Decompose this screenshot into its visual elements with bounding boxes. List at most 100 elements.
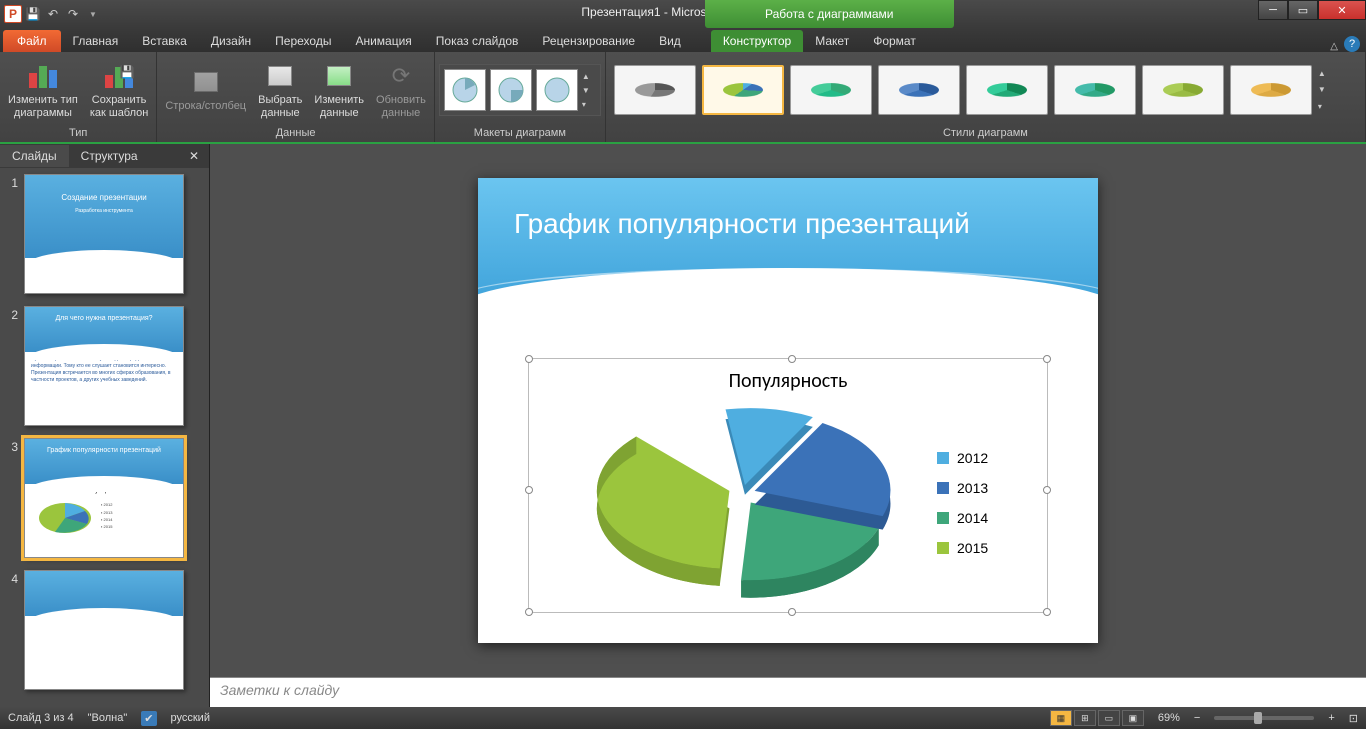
switch-data-icon xyxy=(194,72,218,92)
chart-style-option[interactable] xyxy=(1142,65,1224,115)
tab-slideshow[interactable]: Показ слайдов xyxy=(424,30,531,52)
ribbon-group-type: Изменить тип диаграммы 💾 Сохранить как ш… xyxy=(0,52,157,142)
sorter-view-button[interactable]: ⊞ xyxy=(1074,710,1096,726)
slide-title[interactable]: График популярности презентаций xyxy=(478,178,1098,270)
zoom-slider[interactable] xyxy=(1214,716,1314,720)
file-tab[interactable]: Файл xyxy=(3,30,61,52)
ribbon-group-chart-layouts: ▲ ▼ ▾ Макеты диаграмм xyxy=(435,52,606,142)
tab-animations[interactable]: Анимация xyxy=(343,30,423,52)
pie-layout-icon xyxy=(496,75,526,105)
notes-pane[interactable]: Заметки к слайду xyxy=(210,677,1366,707)
gallery-scroll-down-icon[interactable]: ▼ xyxy=(582,86,596,95)
change-chart-type-button[interactable]: Изменить тип диаграммы xyxy=(4,58,82,122)
edit-data-button[interactable]: Изменить данные xyxy=(310,58,368,122)
refresh-icon: ⟳ xyxy=(385,60,417,92)
chart-style-option[interactable] xyxy=(614,65,696,115)
save-button[interactable]: 💾 xyxy=(24,5,42,23)
panel-tab-slides[interactable]: Слайды xyxy=(0,145,69,167)
status-theme: "Волна" xyxy=(88,712,128,724)
ribbon-group-chart-styles: ▲ ▼ ▾ Стили диаграмм xyxy=(606,52,1366,142)
tab-chart-format[interactable]: Формат xyxy=(861,30,928,52)
styles-scroll-up-icon[interactable]: ▲ xyxy=(1318,69,1332,78)
slide-canvas-area[interactable]: График популярности презентаций Популярн… xyxy=(210,144,1366,677)
help-icon[interactable]: ? xyxy=(1344,36,1360,52)
reading-view-button[interactable]: ▭ xyxy=(1098,710,1120,726)
tab-design[interactable]: Дизайн xyxy=(199,30,263,52)
thumb-pie-icon xyxy=(35,496,95,536)
slide-thumbnails: 1 Создание презентацииРазработка инструм… xyxy=(0,168,209,707)
tab-insert[interactable]: Вставка xyxy=(130,30,199,52)
switch-row-column-button[interactable]: Строка/столбец xyxy=(161,64,250,115)
chart-style-option[interactable] xyxy=(1054,65,1136,115)
pie-chart[interactable] xyxy=(549,403,937,602)
legend-item: 2014 xyxy=(937,510,1027,526)
slideshow-view-button[interactable]: ▣ xyxy=(1122,710,1144,726)
edit-data-icon xyxy=(327,66,351,86)
chart-bars-icon xyxy=(29,64,57,88)
slide[interactable]: График популярности презентаций Популярн… xyxy=(478,178,1098,643)
panel-tab-outline[interactable]: Структура xyxy=(69,145,150,167)
undo-button[interactable]: ↶ xyxy=(44,5,62,23)
status-slide-info: Слайд 3 из 4 xyxy=(8,712,74,724)
slide-header: График популярности презентаций xyxy=(478,178,1098,318)
tab-home[interactable]: Главная xyxy=(61,30,131,52)
maximize-button[interactable]: ▭ xyxy=(1288,0,1318,20)
powerpoint-logo-icon: P xyxy=(4,5,22,23)
spellcheck-icon[interactable]: ✔ xyxy=(141,711,156,726)
redo-button[interactable]: ↷ xyxy=(64,5,82,23)
gallery-scroll-up-icon[interactable]: ▲ xyxy=(582,72,596,81)
refresh-data-button[interactable]: ⟳ Обновить данные xyxy=(372,58,430,122)
chart-title[interactable]: Популярность xyxy=(529,359,1047,403)
thumb-number: 2 xyxy=(6,306,18,426)
thumb-number: 1 xyxy=(6,174,18,294)
normal-view-button[interactable]: ▦ xyxy=(1050,710,1072,726)
zoom-out-button[interactable]: − xyxy=(1194,712,1200,724)
styles-more-icon[interactable]: ▾ xyxy=(1318,102,1332,111)
chart-legend[interactable]: 2012 2013 2014 2015 xyxy=(937,403,1027,602)
workspace: Слайды Структура ✕ 1 Создание презентаци… xyxy=(0,144,1366,707)
tab-view[interactable]: Вид xyxy=(647,30,693,52)
chart-layout-gallery[interactable]: ▲ ▼ ▾ xyxy=(439,64,601,116)
pie-layout-icon xyxy=(542,75,572,105)
pie-layout-icon xyxy=(450,75,480,105)
chart-object[interactable]: Популярность xyxy=(528,358,1048,613)
chart-style-option[interactable] xyxy=(790,65,872,115)
zoom-in-button[interactable]: + xyxy=(1328,712,1334,724)
zoom-level[interactable]: 69% xyxy=(1158,712,1180,724)
panel-tabs: Слайды Структура ✕ xyxy=(0,144,209,168)
gallery-more-icon[interactable]: ▾ xyxy=(582,100,596,109)
title-bar: P 💾 ↶ ↷ ▼ Презентация1 - Microsoft Power… xyxy=(0,0,1366,28)
qat-dropdown-icon[interactable]: ▼ xyxy=(84,5,102,23)
fit-to-window-button[interactable]: ⊡ xyxy=(1349,712,1358,725)
legend-item: 2015 xyxy=(937,540,1027,556)
tab-chart-design[interactable]: Конструктор xyxy=(711,30,803,52)
quick-access-toolbar: P 💾 ↶ ↷ ▼ xyxy=(0,5,102,23)
styles-scroll-down-icon[interactable]: ▼ xyxy=(1318,85,1332,94)
thumb-number: 3 xyxy=(6,438,18,558)
chart-layout-option[interactable] xyxy=(444,69,486,111)
minimize-button[interactable]: ─ xyxy=(1258,0,1288,20)
chart-layout-option[interactable] xyxy=(536,69,578,111)
minimize-ribbon-icon[interactable]: △ xyxy=(1330,41,1338,52)
chart-style-option[interactable] xyxy=(878,65,960,115)
chart-style-option[interactable] xyxy=(966,65,1048,115)
ribbon: Изменить тип диаграммы 💾 Сохранить как ш… xyxy=(0,52,1366,144)
save-as-template-button[interactable]: 💾 Сохранить как шаблон xyxy=(86,58,153,122)
chart-layout-option[interactable] xyxy=(490,69,532,111)
ribbon-tabs: Файл Главная Вставка Дизайн Переходы Ани… xyxy=(0,28,1366,52)
chart-style-option-selected[interactable] xyxy=(702,65,784,115)
status-language[interactable]: русский xyxy=(171,712,210,724)
view-buttons: ▦ ⊞ ▭ ▣ xyxy=(1050,710,1144,726)
panel-close-button[interactable]: ✕ xyxy=(179,149,209,163)
close-button[interactable]: ✕ xyxy=(1318,0,1366,20)
ribbon-group-data: Строка/столбец Выбрать данные Изменить д… xyxy=(157,52,435,142)
select-data-button[interactable]: Выбрать данные xyxy=(254,58,306,122)
tab-review[interactable]: Рецензирование xyxy=(530,30,647,52)
tab-chart-layout[interactable]: Макет xyxy=(803,30,861,52)
slide-thumbnail-selected[interactable]: График популярности презентаций Популярн… xyxy=(24,438,184,558)
chart-style-option[interactable] xyxy=(1230,65,1312,115)
slide-thumbnail[interactable] xyxy=(24,570,184,690)
slide-thumbnail[interactable]: Для чего нужна презентация? Презентация … xyxy=(24,306,184,426)
slide-thumbnail[interactable]: Создание презентацииРазработка инструмен… xyxy=(24,174,184,294)
tab-transitions[interactable]: Переходы xyxy=(263,30,343,52)
